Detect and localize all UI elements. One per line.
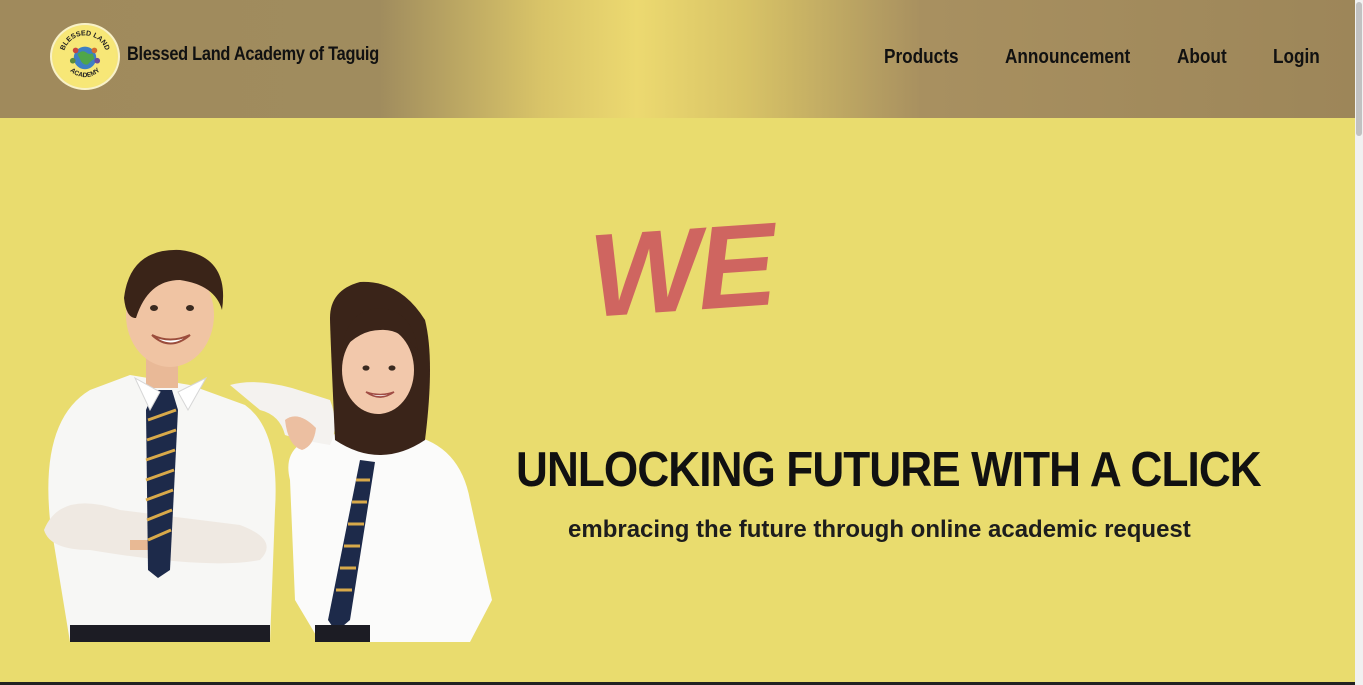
nav-announcement-link[interactable]: Announcement	[1005, 46, 1130, 69]
hero-subtitle: embracing the future through online acad…	[568, 516, 1191, 543]
vertical-scrollbar[interactable]	[1355, 0, 1363, 685]
nav-about-link[interactable]: About	[1177, 46, 1227, 69]
nav-login-link[interactable]: Login	[1273, 46, 1320, 69]
scrollbar-thumb[interactable]	[1356, 2, 1362, 136]
hero-title: UNLOCKING FUTURE WITH A CLICK	[516, 443, 1262, 497]
logo-globe-icon: BLESSED LAND ACADEMY	[53, 25, 117, 88]
header-bar: BLESSED LAND ACADEMY Blessed Land Academ…	[0, 0, 1355, 118]
school-logo[interactable]: BLESSED LAND ACADEMY	[50, 23, 120, 90]
nav-products-link[interactable]: Products	[884, 46, 959, 69]
hero-animated-word: WE	[585, 198, 777, 343]
school-name: Blessed Land Academy of Taguig	[127, 44, 379, 65]
students-illustration	[44, 249, 492, 642]
page: BLESSED LAND ACADEMY Blessed Land Academ…	[0, 0, 1363, 685]
students-hero-image	[30, 240, 500, 642]
